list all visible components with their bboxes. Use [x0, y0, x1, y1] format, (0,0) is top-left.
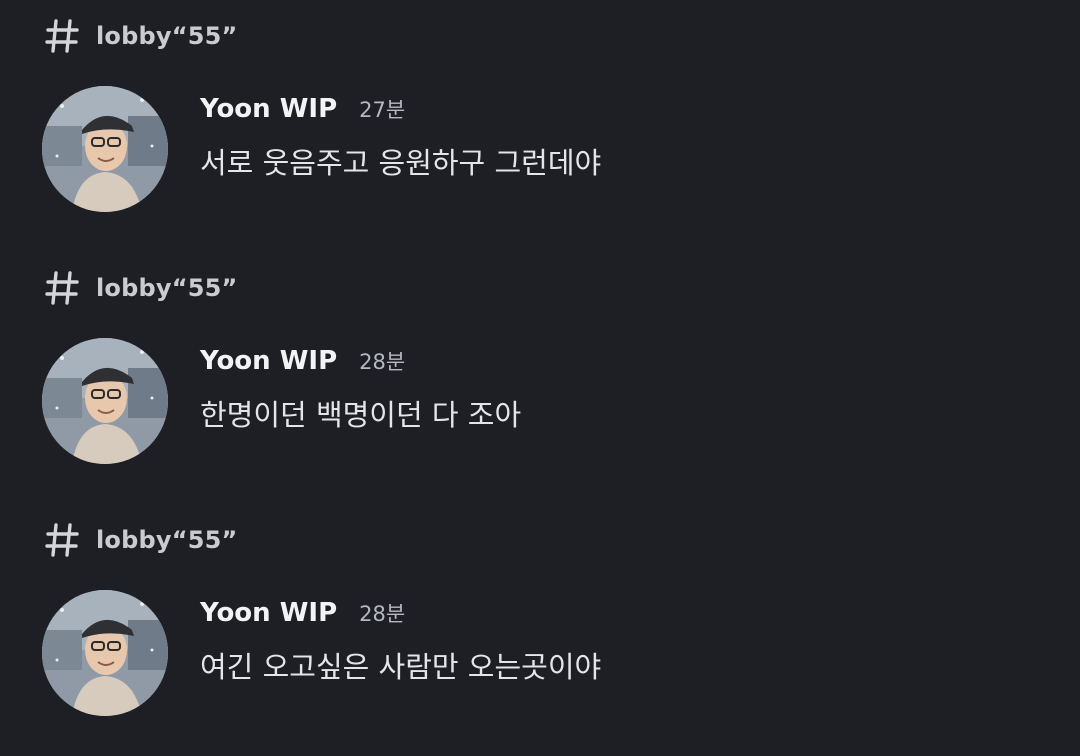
message: Yoon WIP 28분 여긴 오고싶은 사람만 오는곳이야	[42, 590, 1042, 720]
message-header: Yoon WIP 28분	[200, 346, 405, 376]
channel-header[interactable]: lobby“55”	[44, 16, 237, 56]
channel-header[interactable]: lobby“55”	[44, 268, 237, 308]
channel-name: lobby“55”	[96, 22, 238, 50]
timestamp: 28분	[359, 350, 406, 374]
user-avatar[interactable]	[42, 338, 168, 464]
message-header: Yoon WIP 28분	[200, 598, 405, 628]
message: Yoon WIP 28분 한명이던 백명이던 다 조아	[42, 338, 1042, 468]
message: Yoon WIP 27분 서로 웃음주고 응원하구 그런데야	[42, 86, 1042, 216]
channel-header[interactable]: lobby“55”	[44, 520, 237, 560]
hash-icon	[45, 271, 79, 305]
message-text: 한명이던 백명이던 다 조아	[200, 398, 522, 432]
message-block: lobby“55” Yoon WIP 27분 서로 웃음주고 응원하구 그런데야	[0, 0, 1080, 252]
message-text: 여긴 오고싶은 사람만 오는곳이야	[200, 650, 602, 684]
message-block: lobby“55” Yoon WIP 28분	[0, 504, 1080, 756]
message-block: lobby“55” Yoon WIP 28분	[0, 252, 1080, 504]
hash-icon	[45, 19, 79, 53]
message-header: Yoon WIP 27분	[200, 94, 405, 124]
username[interactable]: Yoon WIP	[200, 346, 337, 376]
message-text: 서로 웃음주고 응원하구 그런데야	[200, 146, 602, 180]
username[interactable]: Yoon WIP	[200, 598, 337, 628]
user-avatar[interactable]	[42, 590, 168, 716]
user-avatar[interactable]	[42, 86, 168, 212]
channel-name: lobby“55”	[96, 274, 238, 302]
hash-icon	[45, 523, 79, 557]
timestamp: 27분	[359, 98, 406, 122]
timestamp: 28분	[359, 602, 406, 626]
username[interactable]: Yoon WIP	[200, 94, 337, 124]
channel-name: lobby“55”	[96, 526, 238, 554]
